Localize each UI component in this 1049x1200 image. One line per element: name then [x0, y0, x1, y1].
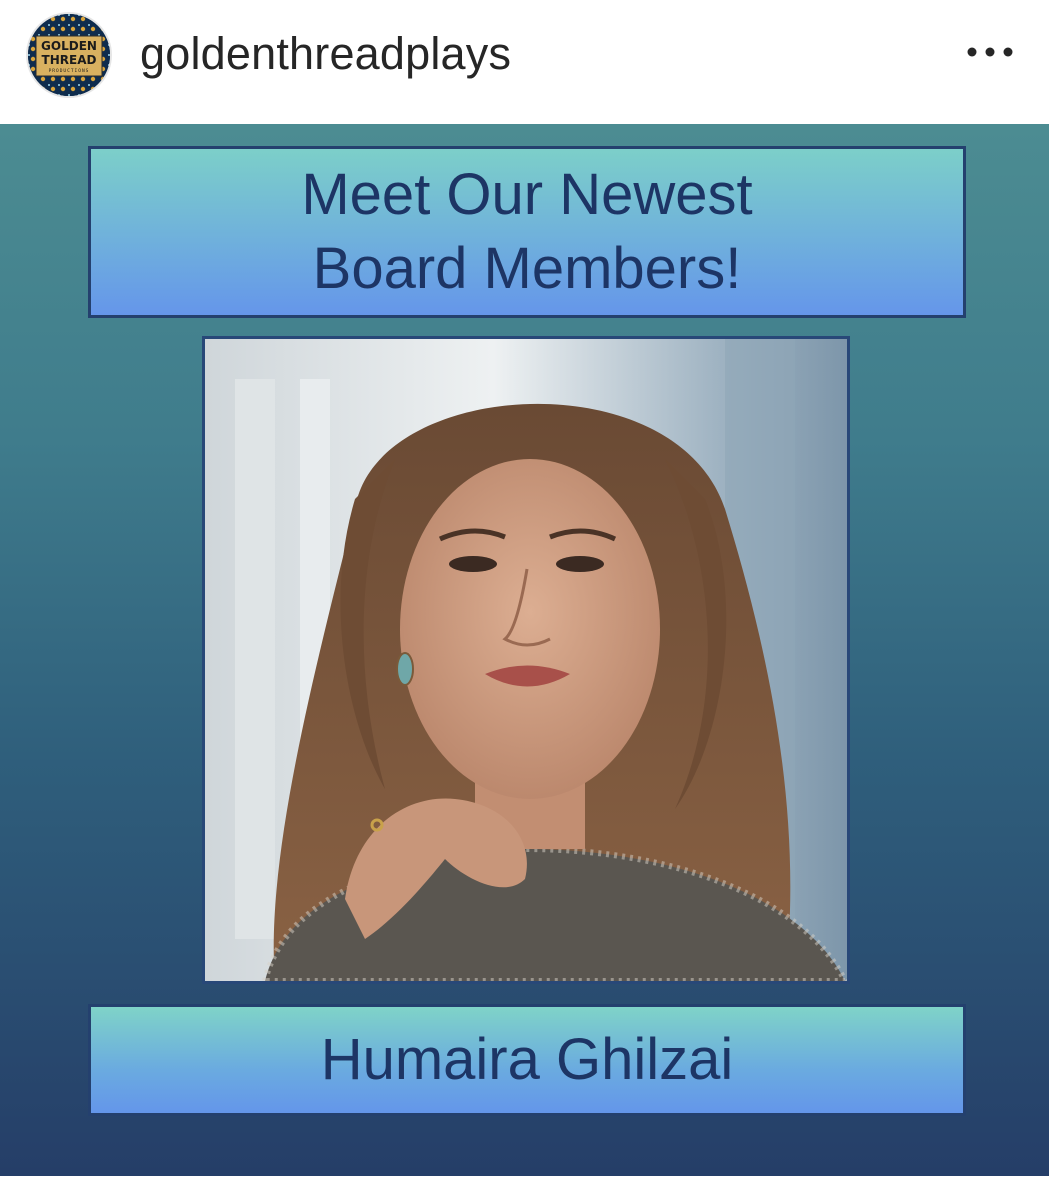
- logo-word-thread: THREAD: [42, 53, 97, 67]
- post-footer-strip: [0, 1176, 1049, 1200]
- member-name: Humaira Ghilzai: [320, 1027, 734, 1092]
- post-image[interactable]: Meet Our Newest Board Members! Humaira G…: [0, 124, 1049, 1176]
- post-username[interactable]: goldenthreadplays: [140, 26, 511, 82]
- logo-word-productions: PRODUCTIONS: [49, 68, 90, 74]
- name-banner: Humaira Ghilzai: [88, 1004, 966, 1116]
- post-header: GOLDEN THREAD PRODUCTIONS goldenthreadpl…: [0, 0, 1049, 124]
- more-options-button[interactable]: [960, 30, 1020, 74]
- portrait-photo: [205, 339, 847, 981]
- post-title: Meet Our Newest Board Members!: [301, 162, 753, 301]
- golden-thread-logo: GOLDEN THREAD PRODUCTIONS: [28, 14, 110, 96]
- profile-avatar[interactable]: GOLDEN THREAD PRODUCTIONS: [26, 12, 112, 98]
- member-photo: [202, 336, 850, 984]
- logo-word-golden: GOLDEN: [41, 39, 97, 53]
- more-horizontal-icon: [967, 47, 1013, 57]
- title-banner: Meet Our Newest Board Members!: [88, 146, 966, 318]
